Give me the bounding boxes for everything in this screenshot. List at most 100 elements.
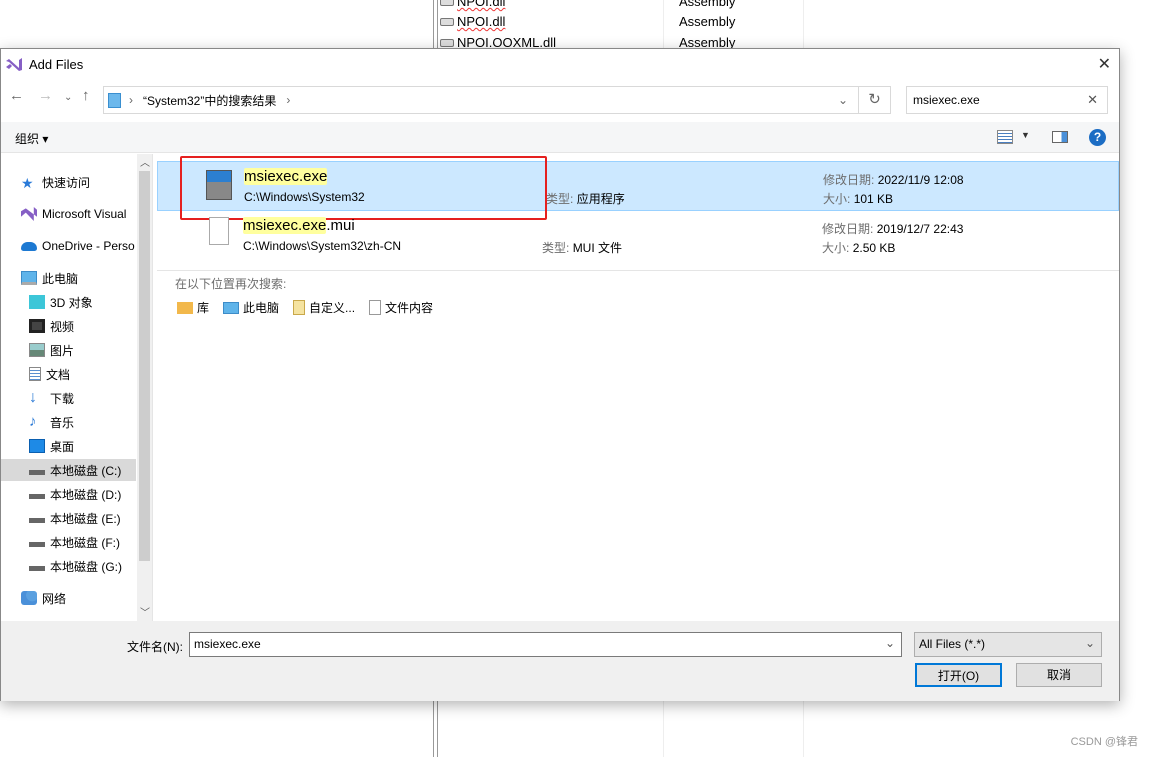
drive-icon [29,489,45,499]
open-button[interactable]: 打开(O) [915,663,1002,687]
download-icon: ↓ [29,389,37,406]
chevron-down-icon[interactable]: ⌄ [885,636,895,650]
star-icon: ★ [21,175,34,191]
sidebar-item-desktop[interactable]: 桌面 [29,435,74,457]
search-again-options: 库 此电脑 自定义... 文件内容 [177,299,433,316]
view-dropdown-icon[interactable]: ▼ [1021,130,1030,140]
visual-studio-icon [6,58,22,71]
title-bar: Add Files ✕ [1,49,1119,79]
up-button[interactable]: ↑ [82,87,90,104]
bg-list-row: NPOI.dll Assembly [440,11,735,32]
network-icon [21,591,37,605]
address-dropdown-icon[interactable]: ⌄ [838,93,848,107]
sidebar-item-drive-d[interactable]: 本地磁盘 (D:) [29,483,121,505]
search-library-link[interactable]: 库 [177,299,209,316]
sidebar-item-videos[interactable]: 视频 [29,315,74,337]
computer-icon [21,271,37,285]
3d-objects-icon [29,295,45,309]
sidebar-item-documents[interactable]: 文档 [29,363,70,385]
size-label: 大小: [823,192,851,206]
view-options-icon[interactable] [997,130,1013,144]
sidebar-item-visual-studio[interactable]: Microsoft Visual [21,203,126,225]
assembly-icon [440,0,454,6]
scrollbar-thumb[interactable] [139,171,150,561]
file-type: 应用程序 [576,192,625,206]
desktop-icon [29,439,45,453]
chevron-right-icon: › [286,93,291,107]
navigation-pane: ★ 快速访问 Microsoft Visual OneDrive - Perso … [1,154,153,621]
sidebar-item-music[interactable]: ♪ 音乐 [29,411,74,433]
bottom-panel: 文件名(N): msiexec.exe ⌄ All Files (*.*) ⌄ 打开… [1,621,1119,701]
search-file-contents-link[interactable]: 文件内容 [369,299,433,316]
search-custom-link[interactable]: 自定义... [293,299,355,316]
address-bar[interactable]: › “System32”中的搜索结果 › ⌄ [103,86,859,114]
library-icon [177,302,193,314]
divider [157,270,1119,271]
file-size: 2.50 KB [852,241,896,255]
search-again-label: 在以下位置再次搜索: [175,277,287,291]
preview-pane-icon[interactable] [1052,131,1068,143]
onedrive-icon [21,241,37,251]
chevron-right-icon: › [129,93,133,107]
document-icon [29,367,41,381]
cancel-button[interactable]: 取消 [1016,663,1102,687]
drive-icon [29,513,45,523]
close-button[interactable]: ✕ [1098,54,1111,74]
filename-label: 文件名(N): [127,640,183,654]
toolbar: 组织 ▾ ▼ ? [1,122,1119,153]
drive-icon [29,561,45,571]
file-row-msiexec-mui[interactable]: msiexec.exe.mui C:\Windows\System32\zh-C… [157,211,1119,261]
sidebar-item-drive-e[interactable]: 本地磁盘 (E:) [29,507,121,529]
scroll-down-icon[interactable]: ﹀ [140,604,150,619]
computer-icon [223,302,240,314]
video-icon [29,319,45,333]
filename-input[interactable]: msiexec.exe ⌄ [189,632,902,657]
search-this-pc-link[interactable]: 此电脑 [223,299,279,316]
sidebar-scrollbar[interactable]: ︿ ﹀ [137,154,152,621]
file-name: msiexec.exe.mui [243,217,355,234]
organize-button[interactable]: 组织 ▾ [15,130,48,147]
sidebar-item-network[interactable]: 网络 [21,587,66,609]
sidebar-item-drive-c[interactable]: 本地磁盘 (C:) [1,459,136,481]
file-date: 2022/11/9 12:08 [877,173,964,187]
scroll-up-icon[interactable]: ︿ [140,154,150,169]
file-type: MUI 文件 [572,241,623,255]
file-icon [209,217,229,245]
search-input[interactable]: msiexec.exe ✕ [906,86,1108,114]
sidebar-item-3d-objects[interactable]: 3D 对象 [29,291,93,313]
drive-icon [29,537,45,547]
watermark: CSDN @锋君 [1070,736,1138,748]
back-button[interactable]: ← [9,87,24,104]
custom-folder-icon [293,300,306,315]
assembly-icon [440,38,454,47]
type-label: 类型: [546,192,574,206]
sidebar-item-drive-g[interactable]: 本地磁盘 (G:) [29,555,122,577]
sidebar-item-quick-access[interactable]: ★ 快速访问 [21,171,90,193]
sidebar-item-this-pc[interactable]: 此电脑 [21,267,78,289]
file-date: 2019/12/7 22:43 [876,222,964,236]
assembly-icon [440,17,454,26]
date-label: 修改日期: [822,222,874,236]
date-label: 修改日期: [823,173,875,187]
file-type-select[interactable]: All Files (*.*) ⌄ [914,632,1102,657]
recent-dropdown[interactable]: ⌄ [64,92,72,103]
sidebar-item-pictures[interactable]: 图片 [29,339,74,361]
file-path: C:\Windows\System32\zh-CN [243,239,402,253]
sidebar-item-onedrive[interactable]: OneDrive - Perso [21,235,135,257]
sidebar-item-downloads[interactable]: ↓ 下载 [29,387,74,409]
file-size: 101 KB [853,192,894,206]
clear-search-icon[interactable]: ✕ [1087,92,1098,108]
chevron-down-icon[interactable]: ⌄ [1085,636,1095,650]
file-contents-icon [369,300,382,315]
search-results-icon [108,92,121,108]
breadcrumb[interactable]: “System32”中的搜索结果 [143,92,276,109]
visual-studio-icon [21,207,37,221]
add-files-dialog: Add Files ✕ ← → ⌄ ↑ › “System32”中的搜索结果 ›… [0,48,1120,701]
refresh-button[interactable]: ↻ [859,86,891,114]
drive-icon [29,465,45,475]
type-label: 类型: [542,241,570,255]
forward-button[interactable]: → [38,87,53,104]
picture-icon [29,343,45,357]
help-icon[interactable]: ? [1089,129,1106,146]
sidebar-item-drive-f[interactable]: 本地磁盘 (F:) [29,531,120,553]
